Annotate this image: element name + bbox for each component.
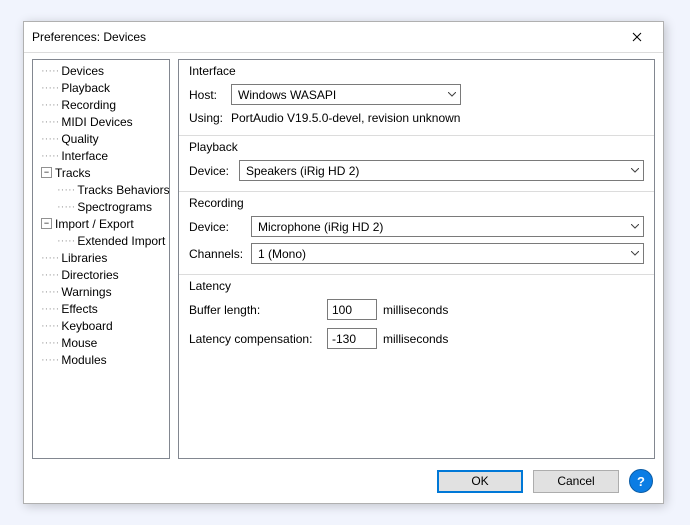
playback-device-label: Device: bbox=[189, 164, 233, 178]
close-button[interactable] bbox=[619, 23, 655, 51]
tree-item-warnings[interactable]: ·····Warnings bbox=[35, 283, 167, 300]
tree-item-spectrograms[interactable]: ·····Spectrograms bbox=[51, 198, 167, 215]
recording-device-value: Microphone (iRig HD 2) bbox=[258, 220, 383, 234]
tree-item-tracks[interactable]: − Tracks bbox=[35, 164, 167, 181]
group-title-latency: Latency bbox=[189, 279, 644, 293]
group-interface: Interface Host: Windows WASAPI Using: Po… bbox=[179, 60, 654, 136]
buffer-length-input[interactable]: 100 bbox=[327, 299, 377, 320]
minus-icon[interactable]: − bbox=[41, 218, 52, 229]
recording-channels-select[interactable]: 1 (Mono) bbox=[251, 243, 644, 264]
tree-item-playback[interactable]: ·····Playback bbox=[35, 79, 167, 96]
tree-item-midi-devices[interactable]: ·····MIDI Devices bbox=[35, 113, 167, 130]
ok-button[interactable]: OK bbox=[437, 470, 523, 493]
latency-compensation-label: Latency compensation: bbox=[189, 332, 321, 346]
chevron-down-icon bbox=[631, 221, 639, 232]
minus-icon[interactable]: − bbox=[41, 167, 52, 178]
tree-item-devices[interactable]: ·····Devices bbox=[35, 62, 167, 79]
category-tree[interactable]: ·····Devices ·····Playback ·····Recordin… bbox=[32, 59, 170, 459]
close-icon bbox=[632, 32, 642, 42]
tree-item-interface[interactable]: ·····Interface bbox=[35, 147, 167, 164]
host-value: Windows WASAPI bbox=[238, 88, 336, 102]
preferences-dialog: Preferences: Devices ·····Devices ·····P… bbox=[23, 21, 664, 504]
window-title: Preferences: Devices bbox=[32, 30, 146, 44]
titlebar: Preferences: Devices bbox=[24, 22, 663, 53]
tree-item-import-export[interactable]: − Import / Export bbox=[35, 215, 167, 232]
recording-channels-value: 1 (Mono) bbox=[258, 247, 306, 261]
buffer-length-label: Buffer length: bbox=[189, 303, 321, 317]
group-recording: Recording Device: Microphone (iRig HD 2)… bbox=[179, 192, 654, 275]
host-select[interactable]: Windows WASAPI bbox=[231, 84, 461, 105]
help-button[interactable]: ? bbox=[629, 469, 653, 493]
tree-item-quality[interactable]: ·····Quality bbox=[35, 130, 167, 147]
tree-item-extended-import[interactable]: ·····Extended Import bbox=[51, 232, 167, 249]
tree-item-effects[interactable]: ·····Effects bbox=[35, 300, 167, 317]
group-title-recording: Recording bbox=[189, 196, 644, 210]
chevron-down-icon bbox=[631, 248, 639, 259]
using-label: Using: bbox=[189, 111, 225, 125]
dialog-footer: OK Cancel ? bbox=[24, 463, 663, 503]
recording-device-label: Device: bbox=[189, 220, 245, 234]
recording-channels-label: Channels: bbox=[189, 247, 245, 261]
group-title-playback: Playback bbox=[189, 140, 644, 154]
tree-item-recording[interactable]: ·····Recording bbox=[35, 96, 167, 113]
tree-item-modules[interactable]: ·····Modules bbox=[35, 351, 167, 368]
tree-item-directories[interactable]: ·····Directories bbox=[35, 266, 167, 283]
cancel-button[interactable]: Cancel bbox=[533, 470, 619, 493]
recording-device-select[interactable]: Microphone (iRig HD 2) bbox=[251, 216, 644, 237]
latency-compensation-unit: milliseconds bbox=[383, 332, 448, 346]
chevron-down-icon bbox=[631, 165, 639, 176]
tree-item-keyboard[interactable]: ·····Keyboard bbox=[35, 317, 167, 334]
tree-item-mouse[interactable]: ·····Mouse bbox=[35, 334, 167, 351]
group-latency: Latency Buffer length: 100 milliseconds … bbox=[179, 275, 654, 359]
host-label: Host: bbox=[189, 88, 225, 102]
help-icon: ? bbox=[637, 474, 645, 489]
group-title-interface: Interface bbox=[189, 64, 644, 78]
latency-compensation-input[interactable]: -130 bbox=[327, 328, 377, 349]
group-playback: Playback Device: Speakers (iRig HD 2) bbox=[179, 136, 654, 192]
playback-device-select[interactable]: Speakers (iRig HD 2) bbox=[239, 160, 644, 181]
tree-item-libraries[interactable]: ·····Libraries bbox=[35, 249, 167, 266]
buffer-length-unit: milliseconds bbox=[383, 303, 448, 317]
using-value: PortAudio V19.5.0-devel, revision unknow… bbox=[231, 111, 460, 125]
tree-item-tracks-behaviors[interactable]: ·····Tracks Behaviors bbox=[51, 181, 167, 198]
chevron-down-icon bbox=[448, 89, 456, 100]
playback-device-value: Speakers (iRig HD 2) bbox=[246, 164, 359, 178]
settings-panel: Interface Host: Windows WASAPI Using: Po… bbox=[178, 59, 655, 459]
